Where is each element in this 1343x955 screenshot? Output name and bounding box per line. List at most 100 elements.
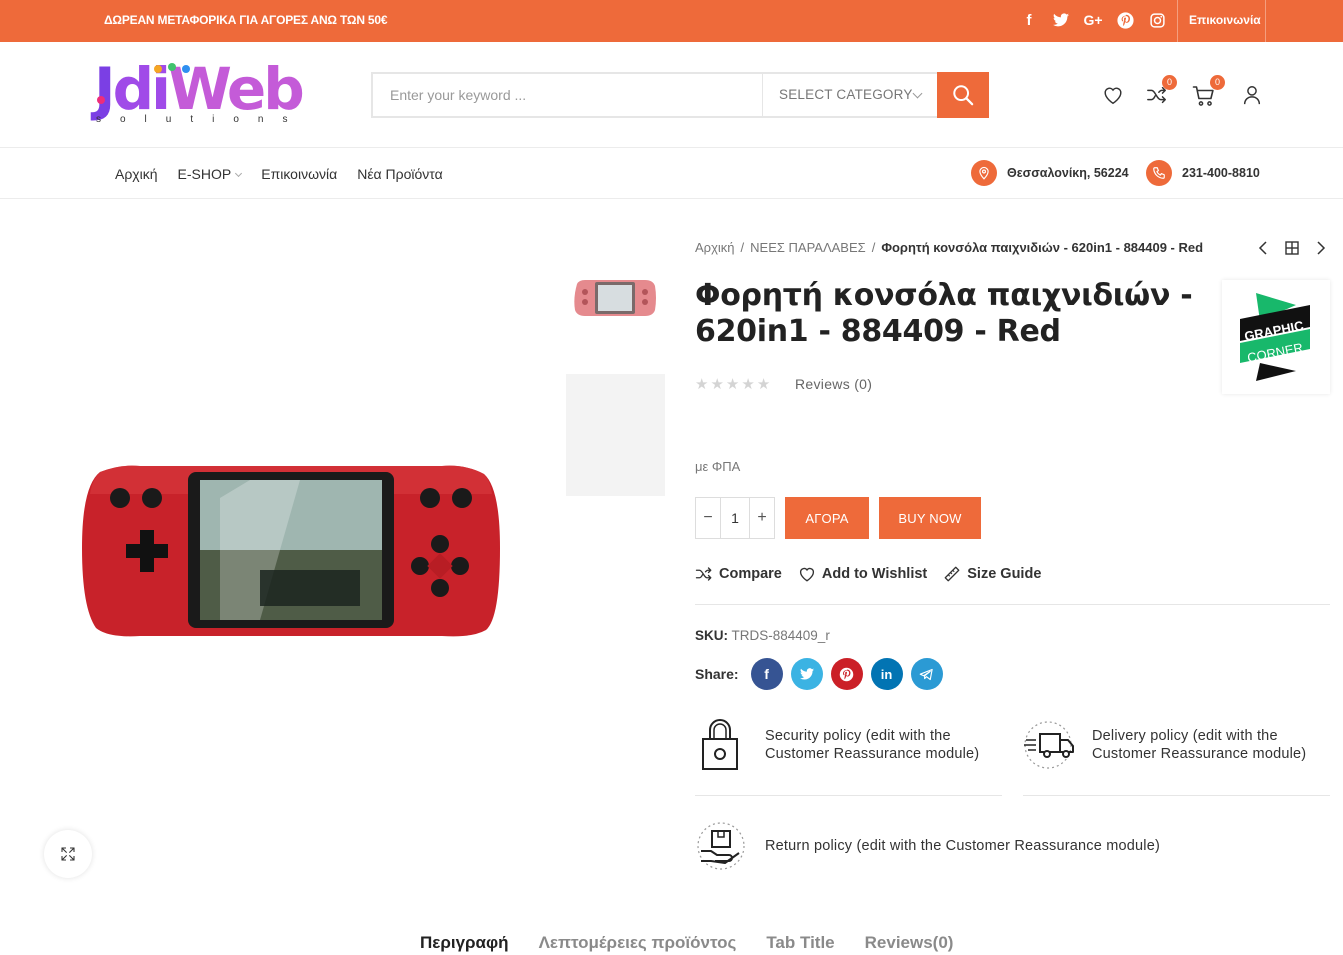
product-main-image[interactable] <box>80 458 502 644</box>
previous-product-icon[interactable] <box>1256 240 1270 256</box>
search-bar: SELECT CATEGORY <box>371 72 989 118</box>
search-icon <box>953 85 974 106</box>
ruler-icon <box>944 566 960 582</box>
divider <box>695 795 1002 796</box>
account-button[interactable] <box>1241 84 1263 111</box>
site-logo[interactable]: JdiWeb solutions <box>94 58 324 128</box>
breadcrumb-separator: / <box>740 240 745 255</box>
category-select[interactable]: SELECT CATEGORY <box>762 74 938 116</box>
product-navigation <box>1256 240 1328 256</box>
tab-custom[interactable]: Tab Title <box>766 933 834 953</box>
quantity-input[interactable] <box>720 498 750 538</box>
compare-link[interactable]: Compare <box>695 565 782 583</box>
share-pinterest-button[interactable] <box>830 658 863 690</box>
graphic-corner-logo: GRAPHIC CORNER <box>1240 293 1310 381</box>
sku-label: SKU: <box>695 628 728 643</box>
nav-item-home[interactable]: Αρχική <box>115 166 158 182</box>
tab-reviews[interactable]: Reviews(0) <box>865 933 954 953</box>
add-to-wishlist-link[interactable]: Add to Wishlist <box>798 565 927 583</box>
sku-value: TRDS-884409_r <box>731 628 830 643</box>
brand-logo[interactable]: GRAPHIC CORNER <box>1222 280 1330 394</box>
telegram-icon <box>919 668 933 680</box>
star-icon: ★ <box>695 376 709 393</box>
product-title: Φορητή κονσόλα παιχνιδιών - 620in1 - 884… <box>695 278 1193 349</box>
phone-text[interactable]: 231-400-8810 <box>1182 166 1260 180</box>
linkedin-icon: in <box>880 666 893 682</box>
share-links: Share: f in <box>695 658 943 690</box>
return-package-icon <box>697 822 745 870</box>
product-thumbnail-1[interactable] <box>573 278 657 318</box>
nav-item-eshop[interactable]: E-SHOP <box>177 166 243 182</box>
free-shipping-promo: ΔΩΡΕΑΝ ΜΕΤΑΦΟΡΙΚΑ ΓΙΑ ΑΓΟΡΕΣ ΑΝΩ ΤΩΝ 50€ <box>104 13 388 27</box>
twitter-icon[interactable] <box>1052 11 1070 29</box>
share-facebook-button[interactable]: f <box>750 658 783 690</box>
facebook-icon: f <box>764 666 769 682</box>
store-location: Θεσσαλονίκη, 56224 <box>971 160 1129 186</box>
nav-item-new-products[interactable]: Νέα Προϊόντα <box>357 166 443 182</box>
enlarge-image-button[interactable] <box>44 830 92 878</box>
compare-button[interactable]: 0 <box>1146 75 1177 111</box>
share-twitter-button[interactable] <box>790 658 823 690</box>
category-select-label: SELECT CATEGORY <box>779 87 913 102</box>
breadcrumb-separator: / <box>871 240 876 255</box>
cart-button[interactable]: 0 <box>1192 75 1225 113</box>
breadcrumb-current: Φορητή κονσόλα παιχνιδιών - 620in1 - 884… <box>881 240 1204 255</box>
social-links: f G+ <box>1020 11 1166 29</box>
facebook-icon[interactable]: f <box>1020 11 1038 29</box>
rating-stars: ★ ★ ★ ★ ★ <box>695 375 770 393</box>
star-icon: ★ <box>710 376 724 393</box>
instagram-icon[interactable] <box>1148 11 1166 29</box>
product-tabs: Περιγραφή Λεπτομέρειες προϊόντος Tab Tit… <box>420 933 953 953</box>
quantity-increase-button[interactable]: + <box>750 498 774 538</box>
add-to-cart-button[interactable]: ΑΓΟΡΑ <box>785 497 869 539</box>
google-plus-icon[interactable]: G+ <box>1083 11 1102 29</box>
size-guide-link[interactable]: Size Guide <box>943 565 1041 583</box>
product-thumbnail-2[interactable] <box>566 374 665 496</box>
expand-icon <box>61 847 75 861</box>
share-linkedin-button[interactable]: in <box>870 658 903 690</box>
store-phone: 231-400-8810 <box>1146 160 1260 186</box>
grid-icon[interactable] <box>1284 240 1300 256</box>
quantity-stepper: − + <box>695 497 775 539</box>
star-icon: ★ <box>756 376 771 393</box>
pinterest-icon <box>839 667 854 681</box>
quantity-decrease-button[interactable]: − <box>696 498 720 538</box>
contact-link[interactable]: Επικοινωνία <box>1189 13 1261 27</box>
share-telegram-button[interactable] <box>910 658 943 690</box>
shuffle-icon <box>695 567 712 581</box>
user-icon <box>1243 86 1261 105</box>
heart-icon <box>1104 87 1122 105</box>
heart-icon <box>799 567 814 582</box>
nav-item-label: E-SHOP <box>177 166 232 182</box>
delivery-policy: Delivery policy (edit with the Customer … <box>1092 727 1306 763</box>
wishlist-button[interactable] <box>1102 84 1124 111</box>
cart-count-badge: 0 <box>1210 75 1225 90</box>
divider <box>695 604 1330 605</box>
delivery-truck-icon <box>1024 721 1074 769</box>
divider <box>1023 795 1330 796</box>
product-actions: Compare Add to Wishlist Size Guide <box>695 565 1041 583</box>
next-product-icon[interactable] <box>1314 240 1328 256</box>
top-bar: ΔΩΡΕΑΝ ΜΕΤΑΦΟΡΙΚΑ ΓΙΑ ΑΓΟΡΕΣ ΑΝΩ ΤΩΝ 50€… <box>0 0 1343 42</box>
wishlist-label: Add to Wishlist <box>821 566 928 582</box>
divider <box>1265 0 1266 42</box>
search-button[interactable] <box>937 72 989 118</box>
reviews-link[interactable]: Reviews (0) <box>795 376 872 392</box>
security-policy-line1: Security policy (edit with the <box>765 728 951 744</box>
buy-now-button[interactable]: BUY NOW <box>879 497 981 539</box>
chevron-down-icon <box>912 88 923 99</box>
breadcrumb-category[interactable]: ΝΕΕΣ ΠΑΡΑΛΑΒΕΣ <box>750 240 866 255</box>
security-lock-icon <box>702 719 738 770</box>
compare-count-badge: 0 <box>1162 75 1177 90</box>
return-policy: Return policy (edit with the Customer Re… <box>765 838 1161 854</box>
pinterest-icon[interactable] <box>1116 11 1134 29</box>
search-input[interactable] <box>373 74 763 116</box>
breadcrumb-home[interactable]: Αρχική <box>695 240 735 255</box>
nav-item-contact[interactable]: Επικοινωνία <box>261 166 337 182</box>
security-policy-line2: Customer Reassurance module) <box>765 746 980 762</box>
tab-description[interactable]: Περιγραφή <box>420 933 509 953</box>
tab-product-details[interactable]: Λεπτομέρειες προϊόντος <box>539 933 737 953</box>
twitter-icon <box>799 668 814 680</box>
location-pin-icon <box>971 160 997 186</box>
divider <box>1177 0 1178 42</box>
